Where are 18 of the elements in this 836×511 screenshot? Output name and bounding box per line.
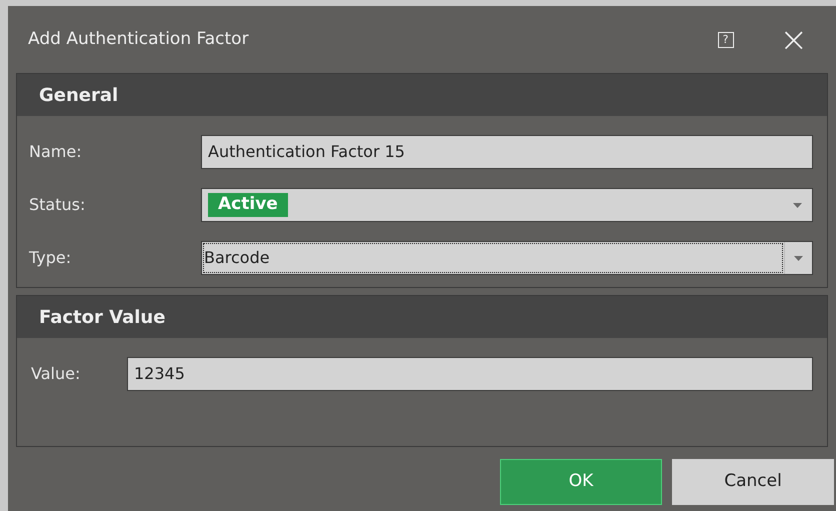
field-label: Value:	[31, 363, 82, 385]
section-header: Factor Value	[17, 296, 827, 338]
status-badge: Active	[208, 193, 288, 217]
field-label: Type:	[29, 247, 72, 269]
window-title: Add Authentication Factor	[28, 28, 250, 51]
text-field[interactable]: Authentication Factor 15	[201, 135, 813, 169]
section-header: General	[17, 74, 827, 116]
dropdown-caret-icon	[793, 202, 802, 208]
field-label: Name:	[29, 141, 83, 163]
status-dropdown[interactable]: Active	[201, 188, 813, 222]
text-field[interactable]: 12345	[127, 357, 813, 391]
ok-button[interactable]: OK	[500, 459, 662, 505]
field-label: Status:	[29, 194, 86, 216]
help-button[interactable]: ?	[718, 32, 734, 48]
close-button[interactable]: ×	[780, 22, 808, 56]
cancel-button[interactable]: Cancel	[672, 459, 834, 505]
type-dropdown[interactable]: Barcode	[201, 241, 813, 275]
dropdown-caret-icon	[794, 256, 803, 260]
